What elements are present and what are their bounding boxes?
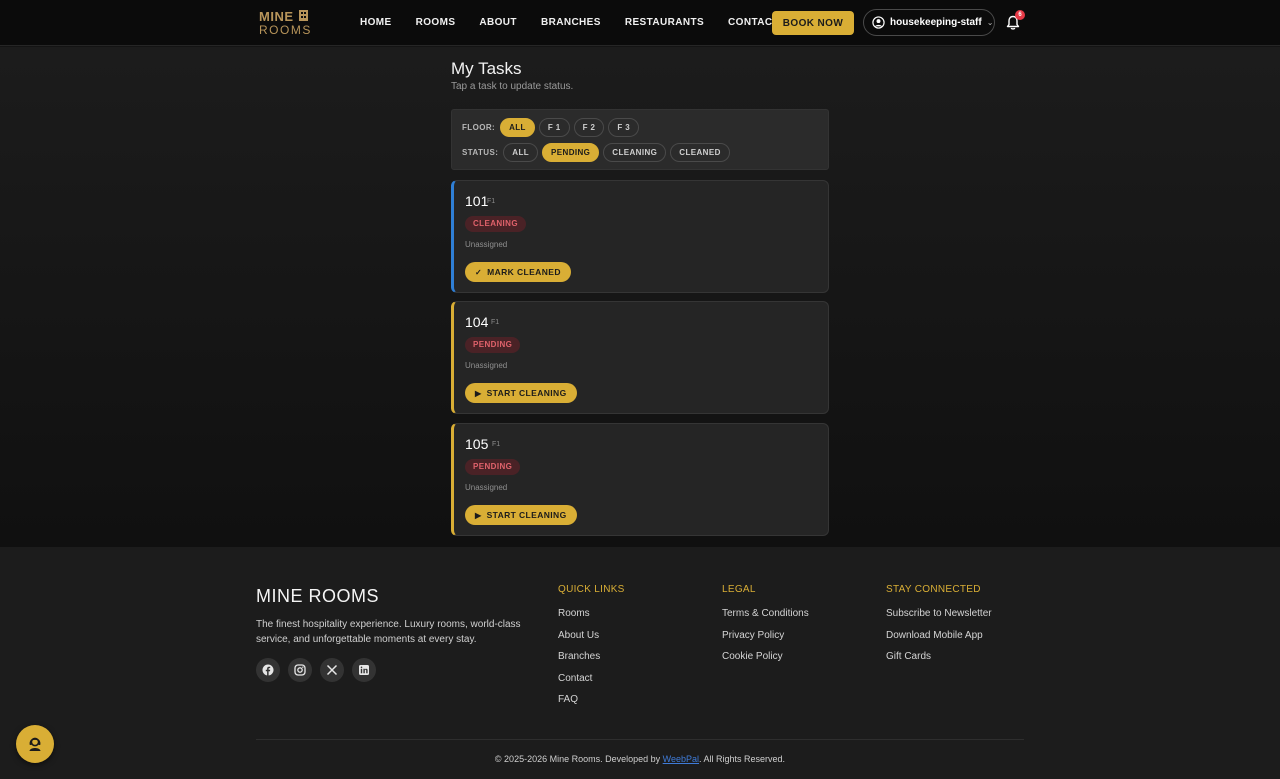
footer-link-terms[interactable]: Terms & Conditions (722, 608, 809, 620)
nav-restaurants[interactable]: RESTAURANTS (625, 17, 704, 29)
nav-home[interactable]: HOME (360, 17, 392, 29)
copyright-text: © 2025-2026 Mine Rooms. Developed by Wee… (0, 754, 1280, 764)
footer-link-cookies[interactable]: Cookie Policy (722, 651, 809, 663)
footer-link-contact[interactable]: Contact (558, 673, 625, 685)
developer-link[interactable]: WeebPal (663, 754, 699, 764)
status-filter-row: STATUS: ALL PENDING CLEANING CLEANED (462, 143, 734, 162)
footer-link-mobile-app[interactable]: Download Mobile App (886, 630, 992, 642)
site-footer: MINE ROOMS The finest hospitality experi… (0, 547, 1280, 779)
support-agent-icon (29, 737, 41, 751)
nav-about[interactable]: ABOUT (479, 17, 517, 29)
stay-connected-title: STAY CONNECTED (886, 584, 981, 595)
user-name: housekeeping-staff (890, 17, 982, 28)
status-chip-cleaning[interactable]: CLEANING (603, 143, 667, 162)
task-card[interactable]: 105 F1 PENDING Unassigned ▶ START CLEANI… (451, 423, 829, 536)
status-chip-all[interactable]: ALL (503, 143, 539, 162)
site-header: MINE ROOMS HOME ROOMS ABOUT BRANCHES RES… (0, 0, 1280, 46)
footer-link-gift-cards[interactable]: Gift Cards (886, 651, 992, 663)
facebook-icon[interactable] (256, 658, 280, 682)
quick-links-title: QUICK LINKS (558, 584, 625, 595)
footer-brand: MINE ROOMS (256, 586, 380, 606)
mark-cleaned-button[interactable]: ✓ MARK CLEANED (465, 262, 571, 282)
x-icon[interactable] (320, 658, 344, 682)
task-card[interactable]: 104 F1 PENDING Unassigned ▶ START CLEANI… (451, 301, 829, 414)
start-cleaning-button[interactable]: ▶ START CLEANING (465, 383, 577, 403)
chevron-down-icon: ⌄ (986, 18, 994, 27)
support-agent-button[interactable] (16, 725, 54, 763)
main-nav: HOME ROOMS ABOUT BRANCHES RESTAURANTS CO… (360, 17, 803, 29)
book-now-button[interactable]: BOOK NOW (772, 11, 854, 35)
status-chip-cleaned[interactable]: CLEANED (670, 143, 730, 162)
page-title: My Tasks (451, 59, 522, 78)
floor-filter-label: FLOOR: (462, 123, 496, 132)
stay-connected-column: STAY CONNECTED Subscribe to Newsletter D… (886, 584, 992, 673)
action-label: MARK CLEANED (487, 267, 561, 277)
footer-link-about-us[interactable]: About Us (558, 630, 625, 642)
footer-link-branches[interactable]: Branches (558, 651, 625, 663)
page-subtitle: Tap a task to update status. (451, 81, 574, 92)
room-floor: F1 (487, 198, 496, 205)
legal-column: LEGAL Terms & Conditions Privacy Policy … (722, 584, 809, 673)
nav-rooms[interactable]: ROOMS (416, 17, 456, 29)
footer-link-faq[interactable]: FAQ (558, 694, 625, 706)
nav-branches[interactable]: BRANCHES (541, 17, 601, 29)
action-label: START CLEANING (486, 388, 567, 398)
status-filter-label: STATUS: (462, 148, 499, 157)
floor-chip-all[interactable]: ALL (500, 118, 535, 137)
status-badge: CLEANING (465, 216, 526, 232)
room-number: 105 (465, 436, 489, 452)
play-icon: ▶ (475, 388, 482, 398)
assignee-label: Unassigned (465, 483, 508, 492)
user-circle-icon (872, 16, 885, 29)
assignee-label: Unassigned (465, 361, 508, 370)
room-number: 104 (465, 314, 489, 330)
instagram-icon[interactable] (288, 658, 312, 682)
room-floor: F1 (491, 319, 500, 326)
status-chip-pending[interactable]: PENDING (542, 143, 600, 162)
footer-link-privacy[interactable]: Privacy Policy (722, 630, 809, 642)
check-icon: ✓ (475, 267, 483, 277)
start-cleaning-button[interactable]: ▶ START CLEANING (465, 505, 577, 525)
building-icon (299, 10, 308, 21)
floor-chip-f1[interactable]: F 1 (538, 118, 570, 137)
floor-chip-f3[interactable]: F 3 (608, 118, 640, 137)
task-card[interactable]: 101 F1 CLEANING Unassigned ✓ MARK CLEANE… (451, 180, 829, 293)
room-floor: F1 (492, 441, 501, 448)
footer-divider (256, 739, 1024, 740)
site-logo[interactable]: MINE ROOMS (259, 9, 319, 39)
floor-chip-f2[interactable]: F 2 (573, 118, 605, 137)
logo-line-2: ROOMS (259, 23, 312, 37)
logo-line-1: MINE (259, 9, 294, 24)
main-content: My Tasks Tap a task to update status. FL… (0, 47, 1280, 547)
filters-panel: FLOOR: ALL F 1 F 2 F 3 STATUS: ALL PENDI… (451, 109, 829, 170)
linkedin-icon[interactable] (352, 658, 376, 682)
footer-description: The finest hospitality experience. Luxur… (256, 619, 521, 645)
assignee-label: Unassigned (465, 240, 508, 249)
copyright-suffix: . All Rights Reserved. (699, 754, 786, 764)
social-links (256, 658, 384, 682)
legal-title: LEGAL (722, 584, 756, 595)
action-label: START CLEANING (486, 510, 567, 520)
quick-links-column: QUICK LINKS Rooms About Us Branches Cont… (558, 584, 625, 716)
user-menu-button[interactable]: housekeeping-staff ⌄ (863, 9, 995, 36)
play-icon: ▶ (475, 510, 482, 520)
status-badge: PENDING (465, 459, 521, 475)
room-number: 101 (465, 193, 489, 209)
footer-link-newsletter[interactable]: Subscribe to Newsletter (886, 608, 992, 620)
status-badge: PENDING (465, 337, 521, 353)
footer-link-rooms[interactable]: Rooms (558, 608, 625, 620)
notification-count-badge: 6 (1015, 10, 1025, 20)
floor-filter-row: FLOOR: ALL F 1 F 2 F 3 (462, 118, 643, 137)
copyright-prefix: © 2025-2026 Mine Rooms. Developed by (494, 754, 663, 764)
